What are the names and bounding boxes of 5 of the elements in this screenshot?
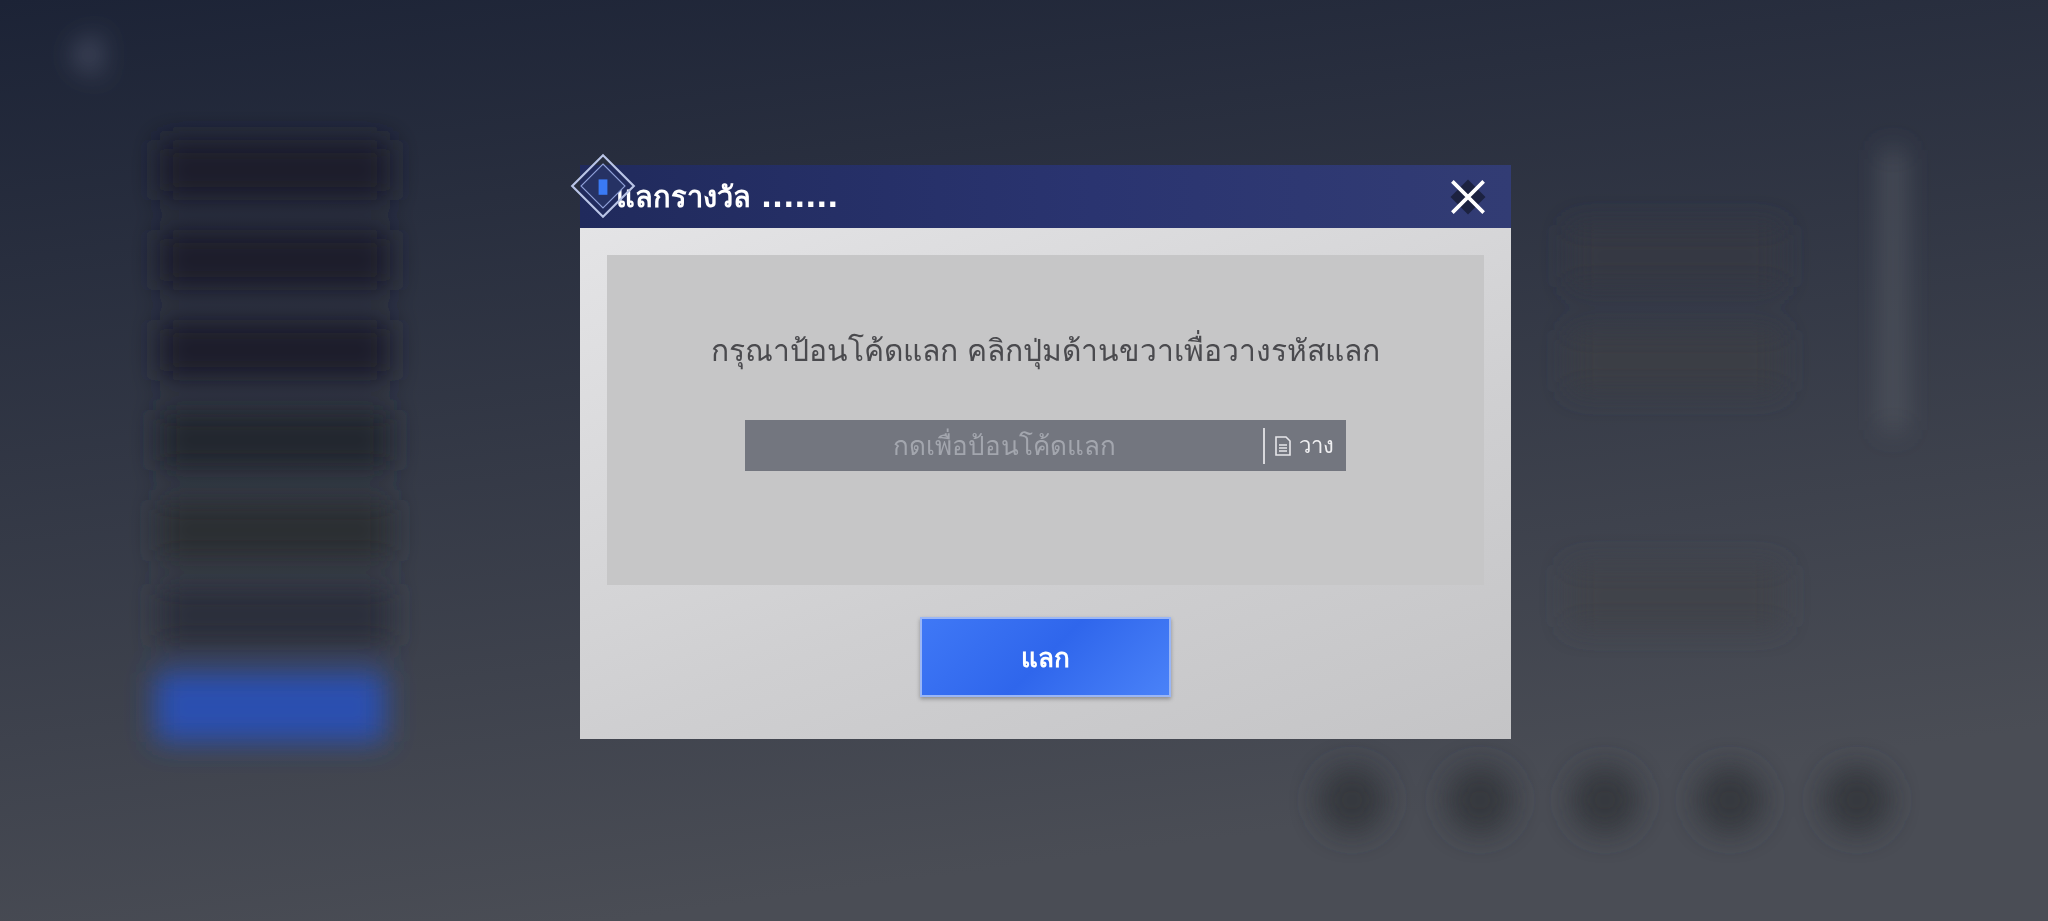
redeem-button[interactable]: แลก xyxy=(920,617,1171,697)
dialog-title: แลกรางวัล ....... xyxy=(616,178,839,216)
instruction-text: กรุณาป้อนโค้ดแลก คลิกปุ่มด้านขวาเพื่อวางรหัสแลก xyxy=(710,327,1381,374)
document-icon xyxy=(1275,435,1291,456)
paste-button[interactable]: วาง xyxy=(1265,428,1346,463)
